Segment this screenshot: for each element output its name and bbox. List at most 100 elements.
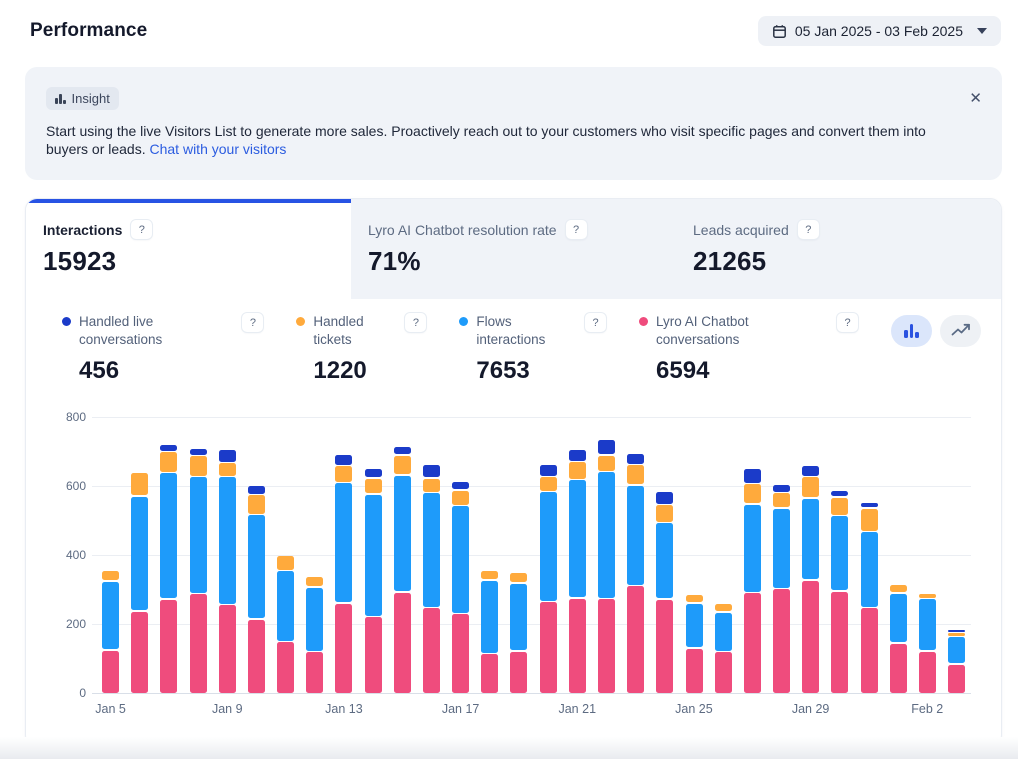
- legend-dot-pink: [639, 317, 648, 326]
- performance-card: Interactions ? 15923 Lyro AI Chatbot res…: [25, 198, 1002, 747]
- metric-value: 6594: [656, 357, 858, 385]
- tab-interactions[interactable]: Interactions ? 15923: [26, 199, 351, 299]
- bar-column[interactable]: [913, 417, 942, 693]
- bar-segment: [423, 465, 440, 477]
- bar-column[interactable]: [592, 417, 621, 693]
- bar-column[interactable]: [796, 417, 825, 693]
- bar-segment: [831, 491, 848, 496]
- legend-dot-blue: [459, 317, 468, 326]
- bar-column[interactable]: [621, 417, 650, 693]
- bar-column[interactable]: [271, 417, 300, 693]
- bar-column[interactable]: [563, 417, 592, 693]
- help-icon[interactable]: ?: [405, 313, 426, 332]
- help-icon[interactable]: ?: [585, 313, 606, 332]
- bar-column[interactable]: [213, 417, 242, 693]
- bar-segment: [540, 477, 557, 490]
- bar-chart-toggle-button[interactable]: [891, 315, 932, 347]
- bar-segment: [248, 495, 265, 513]
- bar-segment: [277, 571, 294, 641]
- insight-banner: Insight Start using the live Visitors Li…: [25, 67, 1002, 180]
- metric-label: Flows interactions: [476, 313, 568, 349]
- bar-segment: [510, 573, 527, 582]
- bar-segment: [131, 473, 148, 495]
- help-icon[interactable]: ?: [798, 220, 819, 239]
- bar-column[interactable]: [417, 417, 446, 693]
- bar-column[interactable]: [679, 417, 708, 693]
- bar-segment: [569, 462, 586, 479]
- stacked-bar: [773, 483, 790, 693]
- stacked-bar: [890, 583, 907, 693]
- bar-column[interactable]: [854, 417, 883, 693]
- help-icon[interactable]: ?: [131, 220, 152, 239]
- bar-segment: [890, 644, 907, 693]
- page-bottom-fade: [0, 737, 1018, 759]
- bar-segment: [102, 651, 119, 693]
- bar-segment: [948, 637, 965, 663]
- bar-column[interactable]: [388, 417, 417, 693]
- bar-segment: [481, 571, 498, 579]
- stacked-bar: [335, 454, 352, 693]
- bar-segment: [190, 477, 207, 593]
- bar-segment: [481, 654, 498, 693]
- bar-segment: [656, 600, 673, 693]
- y-axis-label: 0: [79, 686, 86, 700]
- page-header: Performance 05 Jan 2025 - 03 Feb 2025: [0, 0, 1018, 46]
- stacked-bar: [248, 484, 265, 693]
- bar-column[interactable]: [154, 417, 183, 693]
- help-icon[interactable]: ?: [242, 313, 263, 332]
- tab-leads-acquired[interactable]: Leads acquired ? 21265: [676, 199, 1001, 299]
- bar-segment: [248, 515, 265, 618]
- insight-chart-icon: [55, 94, 66, 104]
- metric-value: 456: [79, 357, 263, 385]
- bar-segment: [365, 495, 382, 616]
- stacked-bar: [948, 628, 965, 693]
- bar-column[interactable]: [446, 417, 475, 693]
- bar-column[interactable]: [767, 417, 796, 693]
- bar-segment: [131, 612, 148, 693]
- help-icon[interactable]: ?: [837, 313, 858, 332]
- bar-segment: [540, 465, 557, 476]
- bar-column[interactable]: [329, 417, 358, 693]
- stacked-bar: [452, 480, 469, 693]
- bar-segment: [423, 608, 440, 693]
- stacked-bar: [715, 603, 732, 693]
- tab-lyro-resolution-rate[interactable]: Lyro AI Chatbot resolution rate ? 71%: [351, 199, 676, 299]
- bar-column[interactable]: [184, 417, 213, 693]
- bar-column[interactable]: [96, 417, 125, 693]
- bar-segment: [861, 509, 878, 531]
- bar-segment: [540, 602, 557, 693]
- bar-column[interactable]: [125, 417, 154, 693]
- bar-segment: [335, 604, 352, 693]
- bar-column[interactable]: [825, 417, 854, 693]
- bars-layer: [96, 417, 971, 693]
- tab-lyro-resolution-label: Lyro AI Chatbot resolution rate: [368, 222, 557, 238]
- bar-segment: [277, 556, 294, 570]
- bar-column[interactable]: [359, 417, 388, 693]
- close-icon[interactable]: ✕: [969, 91, 982, 106]
- calendar-icon: [772, 24, 787, 39]
- bar-column[interactable]: [504, 417, 533, 693]
- date-range-picker[interactable]: 05 Jan 2025 - 03 Feb 2025: [758, 16, 1001, 46]
- bar-column[interactable]: [942, 417, 971, 693]
- bar-column[interactable]: [300, 417, 329, 693]
- bar-column[interactable]: [738, 417, 767, 693]
- bar-segment: [277, 642, 294, 693]
- bar-column[interactable]: [242, 417, 271, 693]
- bar-column[interactable]: [884, 417, 913, 693]
- bar-column[interactable]: [709, 417, 738, 693]
- tab-lyro-resolution-value: 71%: [368, 246, 676, 277]
- x-axis-label: Jan 9: [212, 702, 243, 716]
- bar-segment: [744, 593, 761, 693]
- chat-with-visitors-link[interactable]: Chat with your visitors: [150, 141, 287, 157]
- bar-column[interactable]: [475, 417, 504, 693]
- bar-column[interactable]: [650, 417, 679, 693]
- help-icon[interactable]: ?: [566, 220, 587, 239]
- y-axis-label: 600: [66, 479, 86, 493]
- bar-segment: [306, 588, 323, 651]
- metric-flows-interactions: Flows interactions ? 7653: [459, 313, 606, 385]
- bar-segment: [335, 483, 352, 602]
- tab-leads-acquired-label: Leads acquired: [693, 222, 789, 238]
- bar-column[interactable]: [534, 417, 563, 693]
- metric-value: 7653: [476, 357, 606, 385]
- line-chart-toggle-button[interactable]: [940, 315, 981, 347]
